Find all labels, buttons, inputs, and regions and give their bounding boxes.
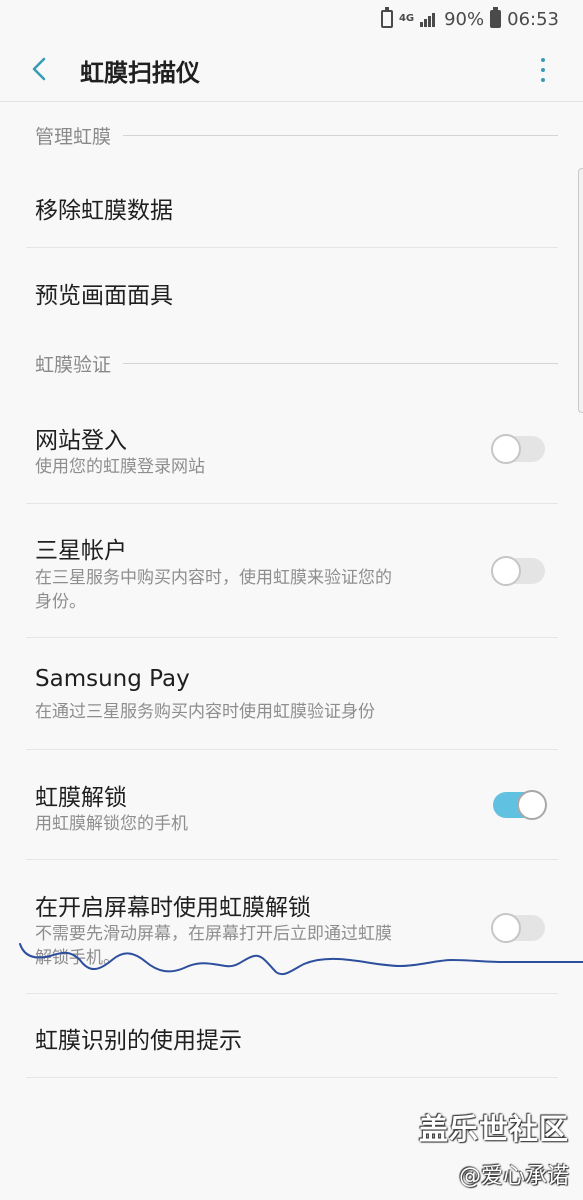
list-item-iris-unlock[interactable]: 虹膜解锁 用虹膜解锁您的手机 xyxy=(26,750,558,860)
list-item-samsung-pay[interactable]: Samsung Pay 在通过三星服务购买内容时使用虹膜验证身份 xyxy=(26,638,558,750)
item-subtitle: 用虹膜解锁您的手机 xyxy=(35,814,188,834)
item-title: Samsung Pay xyxy=(35,666,190,692)
status-bar: 4G 90% 06:53 xyxy=(0,0,583,36)
item-subtitle: 使用您的虹膜登录网站 xyxy=(35,457,205,477)
more-options-icon[interactable] xyxy=(535,56,551,84)
item-title: 虹膜解锁 xyxy=(35,785,127,811)
clock: 06:53 xyxy=(507,8,559,30)
section-header-manage: 管理虹膜 xyxy=(35,122,558,149)
item-title: 三星帐户 xyxy=(35,538,127,564)
toggle-knob xyxy=(517,790,547,820)
list-item-samsung-account[interactable]: 三星帐户 在三星服务中购买内容时，使用虹膜来验证您的身份。 xyxy=(26,504,558,638)
samsung-account-toggle[interactable] xyxy=(491,556,545,586)
iris-unlock-toggle[interactable] xyxy=(493,790,547,820)
item-subtitle: 在通过三星服务购买内容时使用虹膜验证身份 xyxy=(35,702,375,722)
app-bar: 虹膜扫描仪 xyxy=(0,36,583,102)
section-divider xyxy=(123,135,558,136)
section-title: 虹膜验证 xyxy=(35,354,112,376)
battery-saver-icon xyxy=(380,7,393,28)
item-subtitle: 在三星服务中购买内容时，使用虹膜来验证您的身份。 xyxy=(35,568,392,612)
item-title: 移除虹膜数据 xyxy=(35,198,173,224)
back-arrow-icon[interactable] xyxy=(22,52,56,86)
signal-icon xyxy=(420,11,438,27)
row-divider xyxy=(26,1077,558,1078)
section-header-verify: 虹膜验证 xyxy=(35,350,558,377)
item-title: 在开启屏幕时使用虹膜解锁 xyxy=(35,895,311,921)
watermark-title: 盖乐世社区 xyxy=(418,1112,569,1146)
battery-icon xyxy=(490,7,502,28)
section-title: 管理虹膜 xyxy=(35,126,112,148)
item-title: 预览画面面具 xyxy=(35,283,173,309)
web-login-toggle[interactable] xyxy=(491,434,545,464)
scrollbar[interactable] xyxy=(578,168,583,413)
section-divider xyxy=(123,363,558,364)
watermark: 盖乐世社区 @爱心承诺 xyxy=(419,1106,569,1190)
item-title: 虹膜识别的使用提示 xyxy=(35,1028,242,1054)
item-title: 网站登入 xyxy=(35,428,127,454)
list-item-preview-mask[interactable]: 预览画面面具 xyxy=(26,248,558,334)
scribble-annotation xyxy=(19,943,583,976)
battery-percent: 90% xyxy=(444,8,485,30)
page-title: 虹膜扫描仪 xyxy=(80,59,200,87)
watermark-subtitle: @爱心承诺 xyxy=(458,1164,569,1189)
network-type-label: 4G xyxy=(398,13,415,24)
list-item-web-login[interactable]: 网站登入 使用您的虹膜登录网站 xyxy=(26,396,558,504)
list-item-remove-iris-data[interactable]: 移除虹膜数据 xyxy=(26,166,558,248)
toggle-knob xyxy=(491,434,521,464)
list-item-usage-tips[interactable]: 虹膜识别的使用提示 xyxy=(26,994,558,1078)
toggle-knob xyxy=(491,556,521,586)
status-icons: 4G 90% 06:53 xyxy=(380,7,559,30)
